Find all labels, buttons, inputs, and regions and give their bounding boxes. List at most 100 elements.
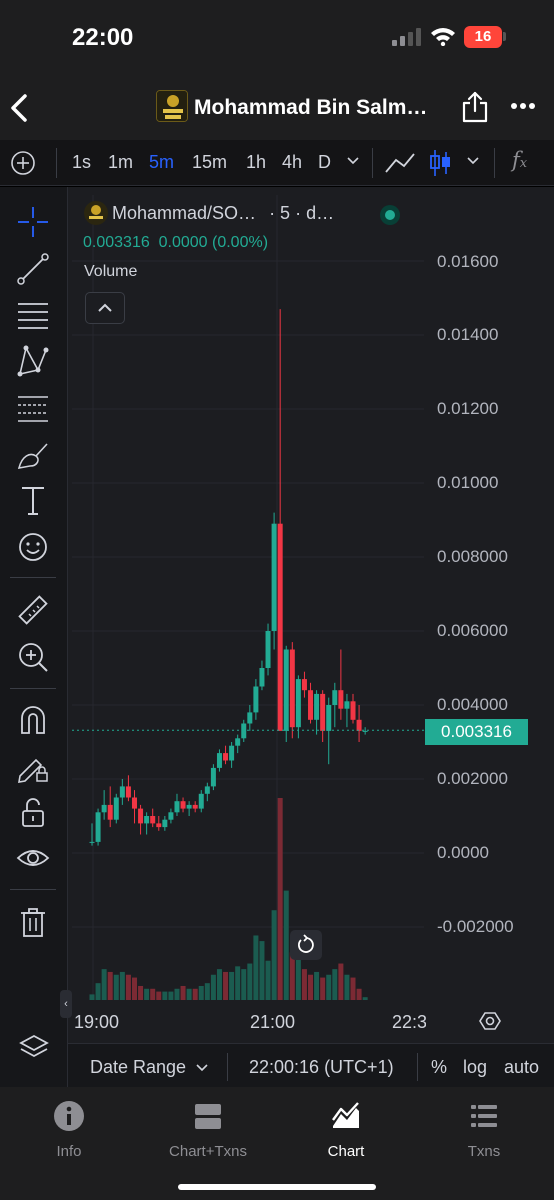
candle [95, 812, 101, 842]
percent-scale-toggle[interactable]: % [431, 1057, 447, 1078]
chevron-down-icon [196, 1064, 208, 1072]
info-icon [54, 1101, 84, 1131]
volume-bar [192, 988, 198, 1000]
candle [150, 816, 156, 824]
volume-bar [332, 969, 338, 1000]
more-icon[interactable] [510, 100, 536, 112]
volume-bar [271, 910, 277, 1000]
volume-bar [125, 974, 131, 1000]
trash-icon[interactable] [16, 905, 50, 939]
candle [168, 812, 174, 820]
candle [295, 679, 301, 728]
volume-bar [168, 991, 174, 1000]
share-icon[interactable] [460, 90, 490, 124]
tab-chart-txns[interactable]: Chart+Txns [148, 1100, 268, 1160]
cellular-signal-icon [392, 28, 422, 46]
volume-bar [144, 988, 150, 1000]
indicators-fx-icon[interactable]: fx [512, 148, 527, 172]
collapse-legend-button[interactable] [85, 292, 125, 324]
toolbar-divider [10, 889, 56, 890]
text-tool-icon[interactable] [16, 484, 50, 518]
volume-legend[interactable]: Volume [84, 263, 137, 281]
brush-icon[interactable] [16, 438, 50, 472]
chart-settings-icon[interactable] [479, 1010, 501, 1032]
toolbar-collapse-handle[interactable]: ‹ [60, 990, 72, 1018]
x-axis-label: 19:00 [74, 1012, 120, 1032]
volume-bar [338, 963, 344, 1000]
chevron-down-icon[interactable] [466, 156, 480, 166]
volume-bar [259, 941, 265, 1000]
fib-retracement-icon[interactable] [16, 391, 50, 425]
x-axis-label: 21:00 [250, 1012, 296, 1032]
tab-info[interactable]: Info [9, 1100, 129, 1160]
date-range-dropdown[interactable]: Date Range [90, 1057, 209, 1078]
timeframe-15m[interactable]: 15m [192, 152, 227, 173]
lock-drawing-icon[interactable] [16, 750, 50, 784]
line-chart-icon[interactable] [384, 150, 416, 176]
tab-label: Chart [327, 1143, 365, 1160]
volume-bar [119, 971, 125, 1000]
timeframe-4h[interactable]: 4h [282, 152, 302, 173]
volume-bar [314, 971, 320, 1000]
candle [162, 819, 168, 828]
crosshair-icon[interactable] [16, 205, 50, 239]
trend-line-icon[interactable] [16, 252, 50, 286]
timeframe-1m[interactable]: 1m [108, 152, 133, 173]
emoji-icon[interactable] [16, 530, 50, 564]
pattern-tool-icon[interactable] [16, 344, 50, 378]
candles-icon[interactable] [428, 148, 452, 178]
tab-chart[interactable]: Chart [286, 1100, 406, 1160]
y-axis-label: 0.01000 [437, 473, 499, 492]
timeframe-5m[interactable]: 5m [149, 152, 174, 173]
timeframe-1h[interactable]: 1h [246, 152, 266, 173]
timeframe-d[interactable]: D [318, 152, 331, 173]
candle [356, 719, 362, 731]
reset-chart-button[interactable] [290, 930, 322, 960]
volume-bar [326, 974, 332, 1000]
toolbar-divider [494, 148, 495, 178]
zoom-in-icon[interactable] [16, 640, 50, 674]
symbol-name: Mohammad/SO… [112, 203, 257, 223]
candle [186, 804, 192, 809]
candle [223, 753, 229, 761]
timeframe-1s[interactable]: 1s [72, 152, 91, 173]
timezone-clock[interactable]: 22:00:16 (UTC+1) [249, 1057, 394, 1078]
volume-bar [138, 985, 144, 1000]
tab-label: Txns [467, 1143, 501, 1160]
volume-bar [174, 988, 180, 1000]
tab-txns[interactable]: Txns [424, 1100, 544, 1160]
volume-bar [320, 977, 326, 1000]
candle [210, 767, 216, 787]
volume-bar [362, 997, 368, 1000]
chart-symbol[interactable]: Mohammad/SO… · 5 · d… [112, 203, 334, 224]
toolbar-divider [10, 688, 56, 689]
candle [247, 712, 253, 724]
candle [107, 804, 113, 820]
add-indicator-icon[interactable] [10, 150, 36, 176]
horizontal-lines-icon[interactable] [16, 298, 50, 332]
candle [131, 797, 137, 809]
volume-bar [162, 991, 168, 1000]
magnet-icon[interactable] [16, 703, 50, 737]
back-icon[interactable] [6, 92, 32, 124]
volume-bar [277, 798, 283, 1000]
candle [174, 801, 180, 813]
visibility-icon[interactable] [16, 842, 50, 876]
price-chart[interactable] [0, 187, 554, 1043]
layers-icon[interactable] [18, 1032, 50, 1064]
y-axis-label: 0.006000 [437, 621, 508, 640]
battery-indicator: 16 [464, 26, 502, 48]
toolbar-divider [56, 148, 57, 178]
candle [156, 823, 162, 828]
candle [204, 786, 210, 794]
bottom-divider [227, 1053, 228, 1081]
ruler-icon[interactable] [16, 593, 50, 627]
chevron-down-icon[interactable] [346, 156, 360, 166]
auto-scale-toggle[interactable]: auto [504, 1057, 539, 1078]
unlock-icon[interactable] [16, 796, 50, 830]
home-indicator [178, 1184, 376, 1190]
candle [216, 753, 222, 768]
list-icon [471, 1105, 497, 1127]
log-scale-toggle[interactable]: log [463, 1057, 487, 1078]
legend-price: 0.003316 0.0000 (0.00%) [83, 234, 269, 251]
